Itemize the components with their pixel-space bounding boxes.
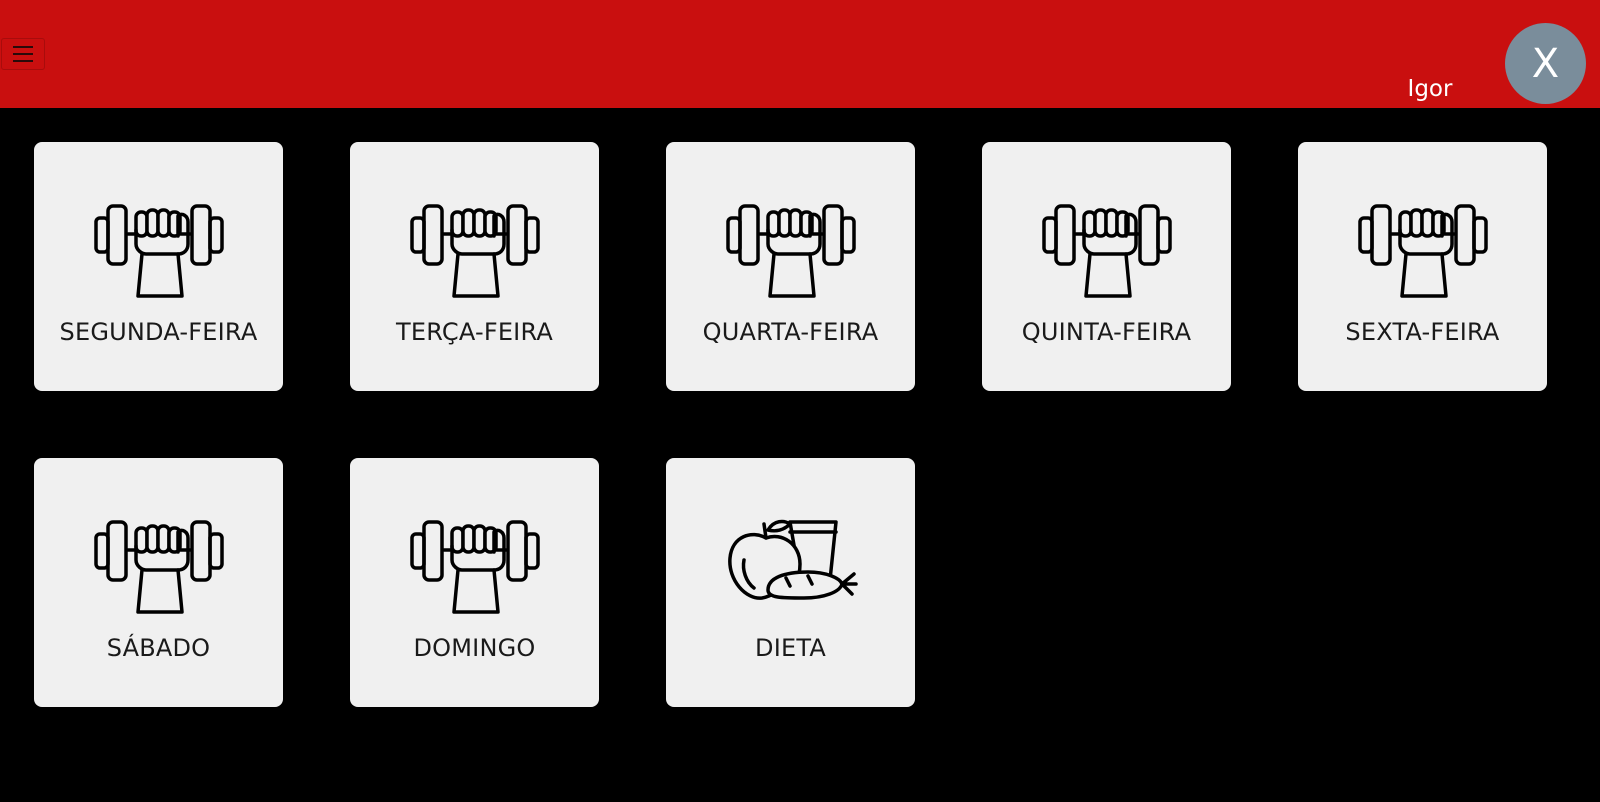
hamburger-line	[13, 53, 33, 55]
hamburger-line	[13, 60, 33, 62]
card-label: QUINTA-FEIRA	[1021, 318, 1192, 346]
dumbbell-icon	[92, 508, 226, 616]
hamburger-line	[13, 46, 33, 48]
dumbbell-icon	[1040, 192, 1174, 300]
card-segunda-feira[interactable]: SEGUNDA-FEIRA	[34, 142, 283, 391]
hamburger-menu-button[interactable]	[1, 38, 45, 70]
card-terca-feira[interactable]: TERÇA-FEIRA	[350, 142, 599, 391]
dumbbell-icon	[408, 508, 542, 616]
card-label: DOMINGO	[413, 634, 536, 662]
user-avatar[interactable]: X	[1505, 23, 1586, 104]
card-sexta-feira[interactable]: SEXTA-FEIRA	[1298, 142, 1547, 391]
card-quarta-feira[interactable]: QUARTA-FEIRA	[666, 142, 915, 391]
dumbbell-icon	[408, 192, 542, 300]
card-label: SEXTA-FEIRA	[1345, 318, 1500, 346]
card-grid: SEGUNDA-FEIRA TERÇA-FEIRA QUARTA-FEIRA Q…	[34, 142, 1547, 707]
card-sabado[interactable]: SÁBADO	[34, 458, 283, 707]
card-label: SEGUNDA-FEIRA	[59, 318, 258, 346]
card-label: QUARTA-FEIRA	[702, 318, 879, 346]
dumbbell-icon	[1356, 192, 1490, 300]
card-label: TERÇA-FEIRA	[396, 318, 553, 346]
dumbbell-icon	[92, 192, 226, 300]
card-domingo[interactable]: DOMINGO	[350, 458, 599, 707]
card-dieta[interactable]: DIETA	[666, 458, 915, 707]
user-name: Igor	[1407, 76, 1453, 102]
dumbbell-icon	[724, 192, 858, 300]
top-bar: Igor X	[0, 0, 1600, 108]
card-label: DIETA	[755, 634, 826, 662]
card-label: SÁBADO	[106, 634, 211, 662]
card-quinta-feira[interactable]: QUINTA-FEIRA	[982, 142, 1231, 391]
diet-icon	[724, 508, 858, 616]
